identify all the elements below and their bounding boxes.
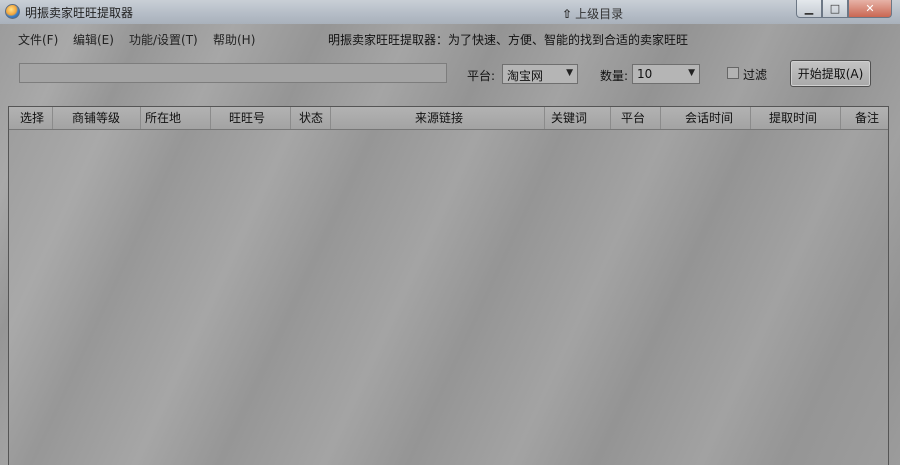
- menu-file[interactable]: 文件(F): [18, 31, 58, 48]
- chevron-down-icon: ▼: [566, 68, 573, 78]
- menu-bar: 文件(F) 编辑(E) 功能/设置(T) 帮助(H) 明振卖家旺旺提取器：为了快…: [8, 27, 892, 49]
- table-header: 选择 商铺等级 所在地 旺旺号 状态 来源链接 关键词 平台 会话时间 提取时间…: [9, 107, 888, 130]
- minimize-button[interactable]: ▁: [796, 0, 822, 18]
- column-header-notes[interactable]: 备注: [841, 107, 888, 129]
- count-select[interactable]: 10 ▼: [632, 64, 700, 84]
- maximize-button[interactable]: □: [822, 0, 848, 18]
- menu-edit[interactable]: 编辑(E): [73, 31, 114, 48]
- start-extract-button[interactable]: 开始提取(A): [790, 60, 871, 87]
- column-header-shop-level[interactable]: 商铺等级: [53, 107, 141, 129]
- column-header-source-link[interactable]: 来源链接: [331, 107, 545, 129]
- count-label: 数量:: [600, 69, 629, 83]
- slogan-text: 明振卖家旺旺提取器：为了快速、方便、智能的找到合适的卖家旺旺: [328, 33, 689, 47]
- column-header-extract-time[interactable]: 提取时间: [751, 107, 841, 129]
- filter-label: 过滤: [743, 68, 768, 82]
- filter-checkbox[interactable]: [727, 67, 739, 79]
- close-icon: ✕: [865, 2, 875, 15]
- close-button[interactable]: ✕: [848, 0, 892, 18]
- start-extract-label: 开始提取(A): [797, 67, 864, 81]
- folder-up-label: 上级目录: [575, 7, 624, 21]
- main-window: 明振卖家旺旺提取器 ⇧ 上级目录 ▁ □ ✕ 文件(F) 编辑(E) 功能/设置(…: [0, 0, 900, 465]
- column-header-select[interactable]: 选择: [9, 107, 53, 129]
- window-controls: ▁ □ ✕: [796, 0, 892, 18]
- column-header-status[interactable]: 状态: [291, 107, 331, 129]
- title-bar: 明振卖家旺旺提取器 ⇧ 上级目录 ▁ □ ✕: [0, 0, 900, 24]
- column-header-wangwang-id[interactable]: 旺旺号: [211, 107, 291, 129]
- arrow-up-icon: ⇧: [562, 7, 573, 21]
- column-header-platform[interactable]: 平台: [611, 107, 661, 129]
- count-value: 10: [637, 67, 653, 81]
- column-header-location[interactable]: 所在地: [141, 107, 211, 129]
- platform-value: 淘宝网: [507, 69, 544, 83]
- minimize-icon: ▁: [804, 2, 814, 15]
- folder-up-link[interactable]: ⇧ 上级目录: [562, 5, 623, 22]
- maximize-icon: □: [829, 2, 841, 15]
- chevron-down-icon: ▼: [688, 68, 695, 78]
- menu-help[interactable]: 帮助(H): [213, 31, 255, 48]
- column-header-keyword[interactable]: 关键词: [545, 107, 611, 129]
- platform-label: 平台:: [467, 69, 496, 83]
- results-table[interactable]: 选择 商铺等级 所在地 旺旺号 状态 来源链接 关键词 平台 会话时间 提取时间…: [8, 106, 889, 465]
- platform-select[interactable]: 淘宝网 ▼: [502, 64, 578, 84]
- app-globe-icon: [5, 4, 20, 19]
- menu-function-settings[interactable]: 功能/设置(T): [129, 31, 198, 48]
- window-title: 明振卖家旺旺提取器: [25, 6, 134, 20]
- column-header-session-time[interactable]: 会话时间: [661, 107, 751, 129]
- url-input[interactable]: [19, 63, 447, 83]
